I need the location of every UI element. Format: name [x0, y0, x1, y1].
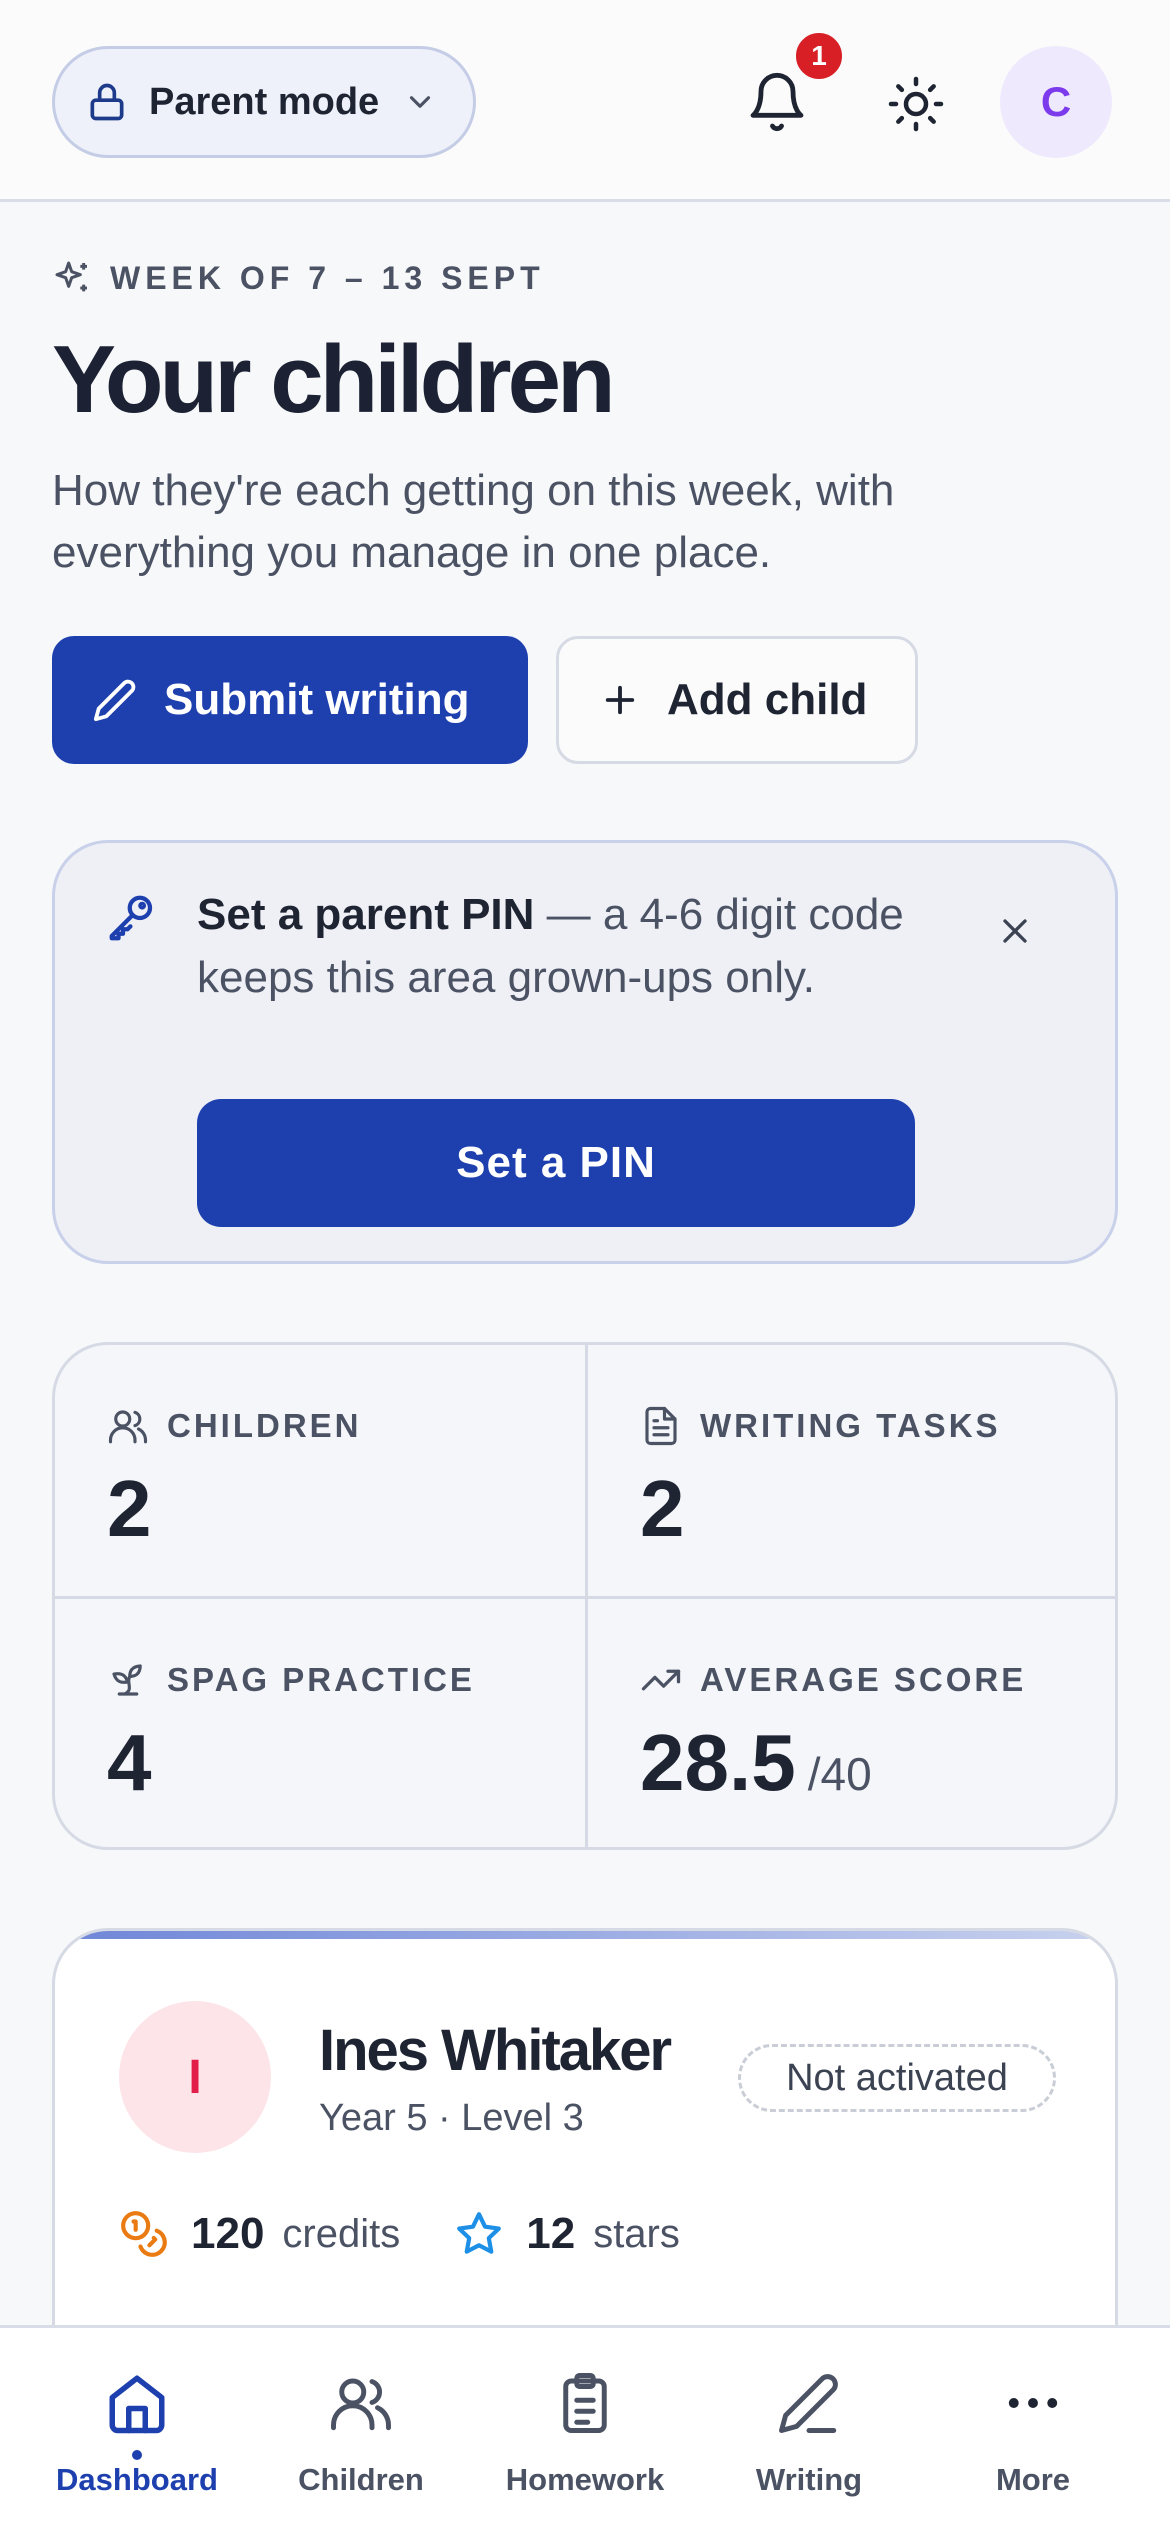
- credits-unit: credits: [282, 2211, 401, 2256]
- clipboard-icon: [552, 2370, 618, 2436]
- home-icon: [104, 2370, 170, 2436]
- stat-number: 28.5: [640, 1718, 796, 1807]
- stat-value: 2: [107, 1463, 152, 1555]
- week-eyebrow: WEEK OF 7 – 13 SEPT: [52, 258, 545, 298]
- submit-writing-button[interactable]: Submit writing: [52, 636, 528, 764]
- parent-mode-dropdown[interactable]: Parent mode: [52, 46, 476, 158]
- star-icon: [454, 2209, 504, 2259]
- submit-writing-label: Submit writing: [164, 675, 470, 724]
- plus-icon: [599, 679, 641, 721]
- stats-grid: CHILDREN 2 WRITING TASKS 2 SPAG PRACTICE…: [52, 1342, 1118, 1850]
- active-indicator: [132, 2450, 142, 2460]
- key-icon: [105, 891, 159, 945]
- sun-icon[interactable]: [886, 74, 946, 134]
- nav-label: Writing: [755, 2462, 863, 2497]
- child-meta: Year 5 · Level 3: [319, 2097, 584, 2139]
- nav-dashboard[interactable]: Dashboard: [20, 2328, 254, 2532]
- pencil-icon: [92, 677, 138, 723]
- stat-value: 28.5/40: [640, 1717, 872, 1809]
- child-name: Ines Whitaker: [319, 2018, 672, 2083]
- add-child-button[interactable]: Add child: [556, 636, 918, 764]
- nav-label: Children: [298, 2462, 424, 2497]
- nav-homework[interactable]: Homework: [468, 2328, 702, 2532]
- stat-value: 4: [107, 1717, 152, 1809]
- sparkles-icon: [52, 258, 92, 298]
- child-rewards: 120 credits 12 stars: [119, 2209, 680, 2259]
- set-pin-button[interactable]: Set a PIN: [197, 1099, 915, 1227]
- stat-suffix: /40: [807, 1748, 872, 1800]
- top-bar: Parent mode 1 C: [0, 0, 1170, 202]
- stars-value: 12: [526, 2209, 576, 2258]
- close-icon[interactable]: [995, 911, 1035, 951]
- stat-label: SPAG PRACTICE: [167, 1661, 475, 1698]
- users-icon: [107, 1405, 149, 1447]
- more-dots-icon: [1000, 2370, 1066, 2436]
- parent-mode-label: Parent mode: [149, 80, 380, 123]
- stat-number: 2: [640, 1464, 685, 1553]
- nav-label: Dashboard: [56, 2462, 218, 2497]
- pencil-icon: [776, 2370, 842, 2436]
- chevron-down-icon: [403, 85, 437, 119]
- account-avatar[interactable]: C: [1000, 46, 1112, 158]
- week-label: WEEK OF 7 – 13 SEPT: [110, 259, 545, 296]
- stars-unit: stars: [593, 2211, 680, 2256]
- stat-number: 2: [107, 1464, 152, 1553]
- pin-message-bold: Set a parent PIN: [197, 890, 535, 939]
- document-icon: [640, 1405, 682, 1447]
- nav-label: More: [995, 2462, 1071, 2497]
- trending-up-icon: [640, 1659, 682, 1701]
- nav-more[interactable]: More: [916, 2328, 1150, 2532]
- status-badge: Not activated: [738, 2044, 1056, 2112]
- child-avatar: I: [119, 2001, 271, 2153]
- stat-label: CHILDREN: [167, 1407, 362, 1444]
- nav-children[interactable]: Children: [244, 2328, 478, 2532]
- users-icon: [328, 2370, 394, 2436]
- sprout-icon: [107, 1659, 149, 1701]
- credits-value: 120: [191, 2209, 265, 2258]
- lock-icon: [85, 80, 129, 124]
- notification-badge: 1: [793, 30, 845, 82]
- stat-number: 4: [107, 1718, 152, 1807]
- page-title: Your children: [52, 326, 616, 433]
- stat-writing-tasks: WRITING TASKS 2: [588, 1345, 1115, 1599]
- bell-icon[interactable]: [745, 70, 809, 134]
- parent-pin-card: Set a parent PIN — a 4-6 digit code keep…: [52, 840, 1118, 1264]
- page-subtitle: How they're each getting on this week, w…: [52, 466, 895, 577]
- stat-spag-practice: SPAG PRACTICE 4: [55, 1599, 588, 1847]
- card-accent-bar: [55, 1931, 1115, 1939]
- stat-children: CHILDREN 2: [55, 1345, 588, 1599]
- nav-writing[interactable]: Writing: [692, 2328, 926, 2532]
- bottom-nav: Dashboard Children Homework Writing More: [0, 2325, 1170, 2532]
- pin-message: Set a parent PIN — a 4-6 digit code keep…: [197, 883, 917, 1009]
- stat-label: WRITING TASKS: [700, 1407, 1001, 1444]
- stat-average-score: AVERAGE SCORE 28.5/40: [588, 1599, 1115, 1847]
- nav-label: Homework: [505, 2462, 665, 2497]
- stat-value: 2: [640, 1463, 685, 1555]
- stat-label: AVERAGE SCORE: [700, 1661, 1027, 1698]
- coins-icon: [119, 2209, 169, 2259]
- add-child-label: Add child: [667, 675, 868, 724]
